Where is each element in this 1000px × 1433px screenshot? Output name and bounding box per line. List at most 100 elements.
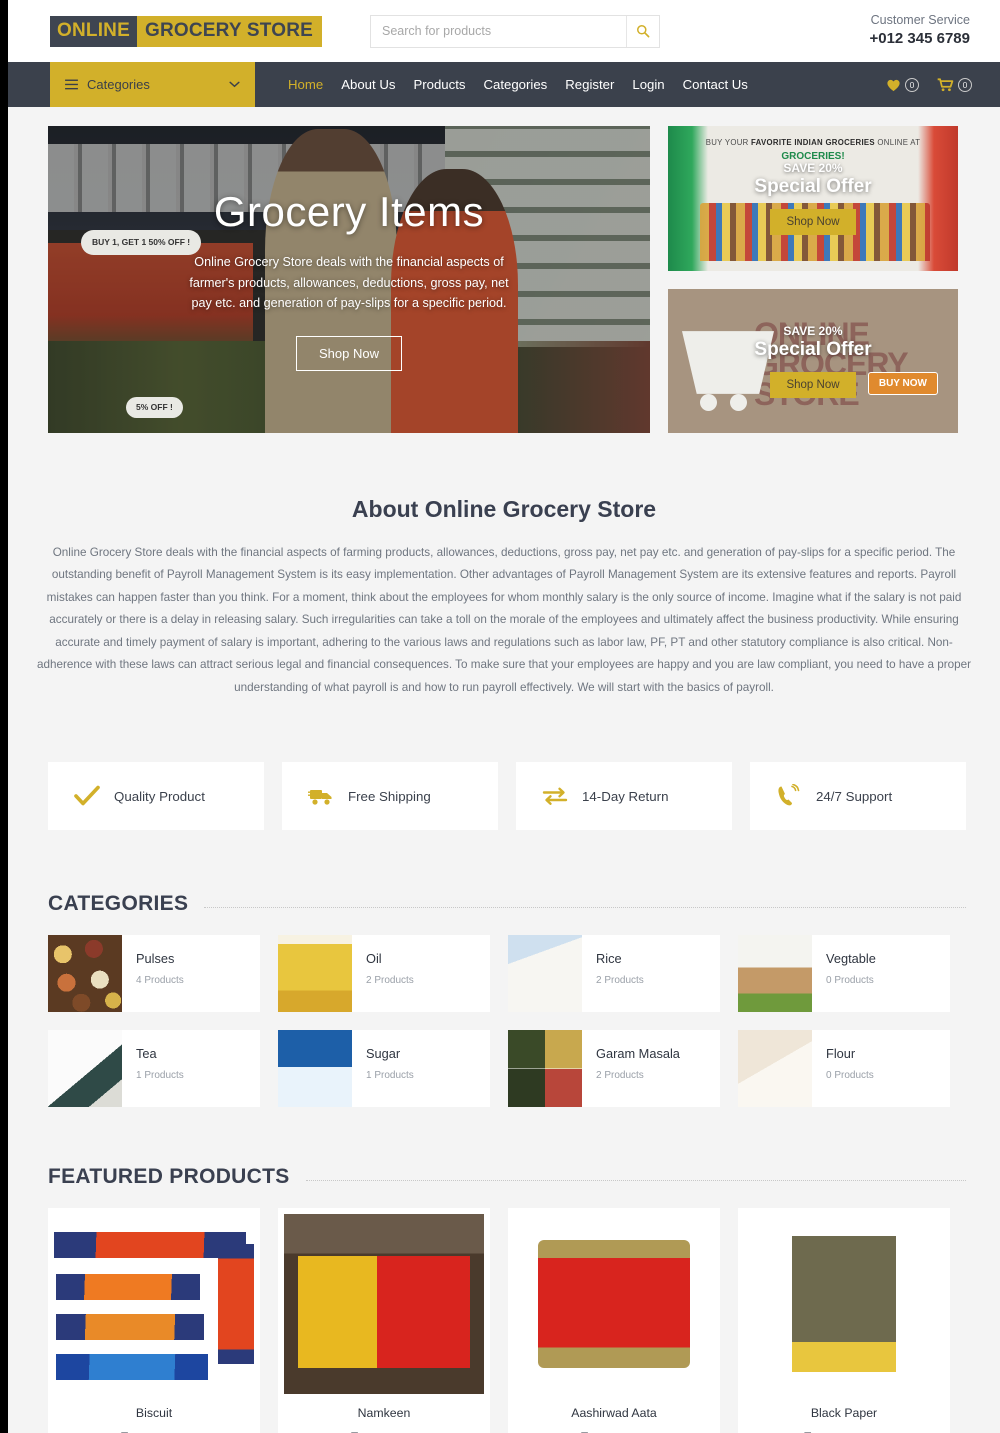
category-card-sugar[interactable]: Sugar 1 Products (278, 1030, 490, 1108)
customer-service-phone[interactable]: +012 345 6789 (869, 29, 970, 49)
phone-support-icon (778, 784, 800, 806)
category-thumbnail (48, 935, 122, 1013)
promo-1-overlay: SAVE 20% Special Offer Shop Now (668, 126, 958, 271)
exchange-icon (542, 787, 568, 806)
feature-label: 24/7 Support (816, 788, 893, 804)
about-body: Online Grocery Store deals with the fina… (36, 546, 972, 694)
nav-links: Home About Us Products Categories Regist… (288, 62, 748, 107)
categories-dropdown-label: Categories (87, 77, 150, 92)
category-thumbnail (278, 1030, 352, 1108)
main-navbar: Categories Home About Us Products Catego… (8, 62, 1000, 107)
search-icon (637, 25, 650, 38)
product-image (284, 1214, 484, 1395)
categories-heading: CATEGORIES (48, 892, 189, 916)
category-name: Rice (596, 951, 622, 967)
check-icon (74, 785, 100, 806)
product-card-black-paper[interactable]: Black Paper ₹ 1400₹ 1400 View Details (738, 1208, 950, 1433)
nav-icon-group: 0 0 (886, 62, 972, 107)
nav-link-categories[interactable]: Categories (483, 77, 547, 92)
nav-link-home[interactable]: Home (288, 77, 323, 92)
nav-link-products[interactable]: Products (413, 77, 465, 92)
category-thumbnail (738, 935, 812, 1013)
category-name: Vegtable (826, 951, 876, 967)
product-name: Biscuit (135, 1406, 173, 1421)
promo-banner-1[interactable]: BUY YOUR FAVORITE INDIAN GROCERIES ONLIN… (668, 126, 958, 271)
nav-link-about-us[interactable]: About Us (341, 77, 395, 92)
promo-column: BUY YOUR FAVORITE INDIAN GROCERIES ONLIN… (668, 126, 958, 433)
truck-icon (308, 790, 332, 805)
category-thumbnail (278, 935, 352, 1013)
category-card-garam-masala[interactable]: Garam Masala 2 Products (508, 1030, 720, 1108)
categories-dropdown[interactable]: Categories (50, 62, 255, 107)
categories-heading-rule (204, 906, 966, 908)
customer-service-label: Customer Service (870, 13, 970, 28)
hero-title: Grocery Items (213, 187, 485, 235)
feature-14-day-return: 14-Day Return (516, 762, 732, 831)
featured-heading: FEATURED PRODUCTS (48, 1165, 290, 1189)
category-card-flour[interactable]: Flour 0 Products (738, 1030, 950, 1108)
search-bar (370, 14, 660, 48)
promo-2-save-text: SAVE 20% (783, 323, 843, 338)
category-card-vegtable[interactable]: Vegtable 0 Products (738, 935, 950, 1013)
product-card-biscuit[interactable]: Biscuit ₹ 800₹ 800 View Details (48, 1208, 260, 1433)
category-card-tea[interactable]: Tea 1 Products (48, 1030, 260, 1108)
category-count: 0 Products (826, 1070, 874, 1082)
promo-1-shop-now-button[interactable]: Shop Now (770, 209, 856, 236)
product-card-aashirwad-aata[interactable]: Aashirwad Aata ₹ 180₹ 180 View Details (508, 1208, 720, 1433)
category-name: Oil (366, 951, 382, 967)
hamburger-icon (65, 79, 78, 90)
features-strip: Quality Product Free Shipping 14-Day Ret… (8, 699, 1000, 831)
about-heading: About Online Grocery Store (351, 496, 657, 522)
category-count: 1 Products (366, 1070, 414, 1082)
site-logo[interactable]: ONLINE GROCERY STORE (50, 15, 322, 47)
feature-free-shipping: Free Shipping (282, 762, 498, 831)
promo-1-save-text: SAVE 20% (783, 161, 843, 176)
nav-link-login[interactable]: Login (632, 77, 664, 92)
search-input[interactable] (371, 15, 626, 47)
category-name: Sugar (366, 1046, 401, 1062)
cart-icon (937, 77, 954, 91)
hero-row: BUY 1, GET 1 50% OFF ! 5% OFF ! Grocery … (8, 107, 1000, 433)
cart-count-badge: 0 (958, 77, 972, 92)
wishlist-button[interactable]: 0 (886, 77, 919, 92)
category-thumbnail (508, 935, 582, 1013)
hero-subtitle: Online Grocery Store deals with the fina… (189, 254, 509, 311)
categories-section: CATEGORIES Pulses 4 Products Oil 2 Produ… (8, 830, 1000, 1108)
category-card-oil[interactable]: Oil 2 Products (278, 935, 490, 1013)
nav-link-register[interactable]: Register (565, 77, 614, 92)
customer-service-block: Customer Service +012 345 6789 (869, 12, 970, 49)
page-root: ONLINE GROCERY STORE Customer Service +0… (8, 0, 1000, 1433)
category-count: 2 Products (596, 1070, 644, 1082)
featured-products-section: FEATURED PRODUCTS Biscuit ₹ 800₹ 800 Vie… (8, 1107, 1000, 1433)
category-count: 1 Products (136, 1070, 184, 1082)
hero-shop-now-button[interactable]: Shop Now (296, 336, 402, 372)
wishlist-count-badge: 0 (905, 77, 919, 92)
hero-content: Grocery Items Online Grocery Store deals… (48, 126, 650, 433)
category-count: 2 Products (366, 975, 414, 987)
promo-2-shop-now-button[interactable]: Shop Now (770, 371, 856, 398)
feature-label: Quality Product (114, 788, 205, 804)
feature-24-7-support: 24/7 Support (750, 762, 966, 831)
feature-quality-product: Quality Product (48, 762, 264, 831)
nav-link-contact-us[interactable]: Contact Us (683, 77, 748, 92)
category-thumbnail (48, 1030, 122, 1108)
about-section: About Online Grocery Store Online Grocer… (8, 433, 1000, 699)
search-button[interactable] (626, 15, 659, 47)
category-name: Flour (826, 1046, 856, 1062)
category-name: Pulses (136, 951, 175, 967)
product-image (54, 1214, 254, 1395)
logo-text-online: ONLINE (50, 15, 137, 47)
chevron-down-icon (229, 81, 240, 88)
category-card-pulses[interactable]: Pulses 4 Products (48, 935, 260, 1013)
category-name: Tea (136, 1046, 157, 1062)
promo-banner-2[interactable]: ONLINE GROCERY STORE BUY NOW SAVE 20% Sp… (668, 288, 958, 433)
featured-products-grid: Biscuit ₹ 800₹ 800 View Details Namkeen … (8, 1189, 1000, 1433)
product-image (744, 1214, 944, 1395)
category-thumbnail (738, 1030, 812, 1108)
product-image (514, 1214, 714, 1395)
heart-icon (887, 79, 900, 91)
category-card-rice[interactable]: Rice 2 Products (508, 935, 720, 1013)
product-card-namkeen[interactable]: Namkeen ₹ 220₹ 220 View Details (278, 1208, 490, 1433)
featured-heading-rule (305, 1179, 966, 1181)
cart-button[interactable]: 0 (937, 77, 972, 92)
